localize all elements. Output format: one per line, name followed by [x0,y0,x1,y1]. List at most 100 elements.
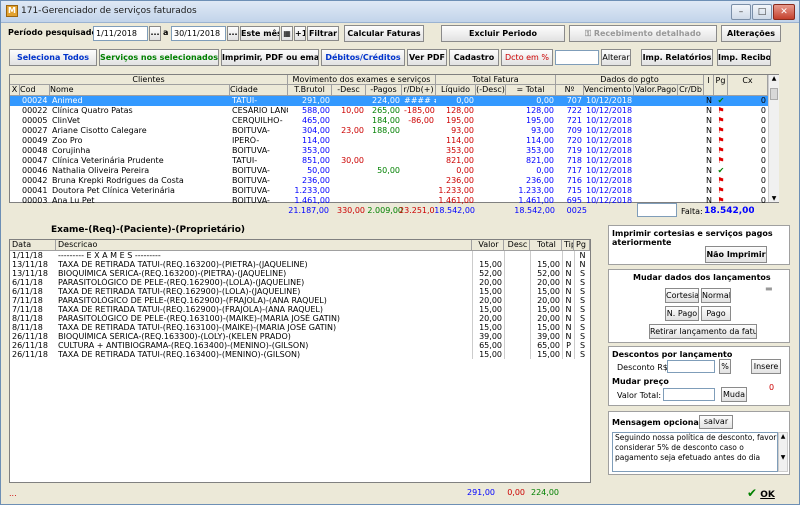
retirar-lancamento-button[interactable]: Retirar lançamento da fatura [649,324,757,339]
filtrar-button[interactable]: Filtrar [307,26,339,41]
column-header-valor[interactable]: Valor [472,240,504,251]
close-icon[interactable]: ✕ [773,4,795,20]
mensagem-textarea[interactable]: Seguindo nossa política de desconto, fav… [612,432,778,472]
column-header-vpago[interactable]: Valor.Pago [634,85,678,96]
excluir-periodo-button[interactable]: Excluir Periodo [441,25,565,42]
list-item[interactable]: 8/11/18 TAXA DE RETIRADA TATUI-(REQ.16310… [10,323,590,332]
calendar-icon[interactable]: ▦ [281,26,293,41]
grid-scrollbar[interactable]: ▲ ▼ [768,75,779,202]
percent-button[interactable]: % [719,359,731,374]
column-header-desc[interactable]: -Desc [332,85,366,96]
cell-valor: 15,00 [472,323,504,332]
column-header-nome[interactable]: Nome [50,85,230,96]
muda-button[interactable]: Muda [721,387,747,402]
nao-imprimir-button[interactable]: Não Imprimir [705,246,767,263]
date-from-input[interactable]: 1/11/2018 [93,26,148,41]
imp-relatorios-button[interactable]: Imp. Relatórios [641,49,713,66]
table-row[interactable]: 00022 Clínica Quatro Patas CESÁRIO LANG 588… [10,106,768,116]
falta-label: Falta: [681,207,703,216]
servicos-nao-selecionados-button[interactable]: Serviços nos selecionados: [99,49,219,66]
plus-one-button[interactable]: +1 [294,26,306,41]
table-row[interactable]: 00046 Nathalia Oliveira Pereira BOITUVA- 50… [10,166,768,176]
column-header-descricao[interactable]: Descricao [56,240,472,251]
cell-pagos: 184,00 [372,116,400,125]
scroll-down-icon[interactable]: ▼ [769,195,779,202]
column-header-num[interactable]: Nº [556,85,584,96]
table-row[interactable]: 00047 Clínica Veterinária Prudente TATUI- 8… [10,156,768,166]
list-item[interactable]: 6/11/18 TAXA DE RETIRADA TATUI-(REQ.16290… [10,287,590,296]
cell-rdb [402,166,436,176]
column-header-pagos[interactable]: -Pagos [366,85,402,96]
column-header-data[interactable]: Data [10,240,56,251]
table-row[interactable]: 00042 Bruna Krepki Rodrigues da Costa BOIT… [10,176,768,186]
list-item[interactable]: 6/11/18 PARASITOLÓGICO DE PELE-(REQ.16290… [10,278,590,287]
imprimir-pdf-email-button[interactable]: Imprimir, PDF ou email [221,49,319,66]
column-header-cidade[interactable]: Cidade [230,85,288,96]
scroll-thumb[interactable] [770,88,778,100]
date-from-picker[interactable]: ... [149,26,161,41]
date-to-input[interactable]: 30/11/2018 [171,26,226,41]
falta-input[interactable] [637,203,677,217]
table-row[interactable]: 00024 Animed TATUI- 291,00 224,00 #### ## 0,00… [10,96,768,106]
cell-crdb [678,146,704,156]
desconto-percent-input[interactable] [555,50,599,65]
debitos-creditos-button[interactable]: Débitos/Créditos [321,49,405,66]
table-row[interactable]: 00048 Corujinha BOITUVA- 353,00 353,00 353,00… [10,146,768,156]
mensagem-scrollbar[interactable]: ▲ ▼ [778,432,788,472]
ver-pdf-button[interactable]: Ver PDF [407,49,447,66]
seleciona-todos-button[interactable]: Seleciona Todos [9,49,97,66]
list-item[interactable]: 26/11/18 TAXA DE RETIRADA TATUI-(REQ.1634… [10,350,590,359]
normal-button[interactable]: Normal [701,288,731,303]
column-header-x[interactable]: X [10,85,20,96]
este-mes-button[interactable]: Este mês [240,26,280,41]
minimize-icon[interactable]: – [731,4,751,20]
table-row[interactable]: 00049 Zoo Pro IPERÓ- 114,00 114,00 114,00 720 1… [10,136,768,146]
desconto-rs-input[interactable] [667,360,715,373]
list-item[interactable]: 26/11/18 CULTURA + ANTIBIOGRAMA-(REQ.1634… [10,341,590,350]
column-header-pg[interactable]: Pg [574,240,590,251]
list-item[interactable]: 26/11/18 BIOQUÍMICA SÉRICA-(REQ.163300)-(… [10,332,590,341]
table-row[interactable]: 00005 ClinVet CERQUILHO- 465,00 184,00 -86,00… [10,116,768,126]
cell-tbruto: 465,00 [302,116,330,125]
column-header-cod[interactable]: Cod [20,85,50,96]
valor-total-input[interactable] [663,388,715,401]
column-header-liquido[interactable]: Líquido [436,85,476,96]
list-item[interactable]: 8/11/18 PARASITOLÓGICO DE PELE-(REQ.16310… [10,314,590,323]
list-item[interactable]: 13/11/18 BIOQUÍMICA SÉRICA-(REQ.163200)-(… [10,269,590,278]
column-header-desc[interactable]: Desc [504,240,530,251]
insere-button[interactable]: Insere [751,359,781,374]
column-header-total[interactable]: = Total [506,85,556,96]
alterar-button[interactable]: Alterar [601,49,631,66]
table-row[interactable]: 00041 Doutora Pet Clínica Veterinária BOIT… [10,186,768,196]
list-item[interactable]: 7/11/18 PARASITOLÓGICO DE PELE-(REQ.16290… [10,296,590,305]
cell-valor: 20,00 [472,314,504,323]
imp-recibo-button[interactable]: Imp. Recibo [717,49,771,66]
column-header-crdb[interactable]: Cr/Db [678,85,704,96]
recebimento-detalhado-button[interactable]: ⚿ Recebimento detalhado [569,25,717,42]
ok-button[interactable]: ✔ OK [747,485,775,501]
maximize-icon[interactable]: □ [752,4,772,20]
cell-cod: 00024 [22,96,48,105]
list-item[interactable]: 7/11/18 TAXA DE RETIRADA TATUI-(REQ.16290… [10,305,590,314]
cell-total: 20,00 [530,278,562,287]
cadastro-button[interactable]: Cadastro [449,49,499,66]
salvar-button[interactable]: salvar [699,415,733,429]
cortesia-button[interactable]: Cortesia [665,288,699,303]
desconto-percent-button[interactable]: Dcto em % [501,49,553,66]
column-header-tip[interactable]: Tip [562,240,574,251]
column-header-rdb[interactable]: r/Db(+) [402,85,436,96]
column-header-total[interactable]: Total [530,240,562,251]
n-pago-button[interactable]: N. Pago [665,306,699,321]
column-header-tbruto[interactable]: T.Brutol [288,85,332,96]
scroll-up-icon[interactable]: ▲ [769,75,779,82]
pago-button[interactable]: Pago [701,306,731,321]
column-header-ldesc[interactable]: (-Desc) [476,85,506,96]
list-item[interactable]: 13/11/18 TAXA DE RETIRADA TATUI-(REQ.1632… [10,260,590,269]
calcular-faturas-button[interactable]: Calcular Faturas [344,25,424,42]
date-to-picker[interactable]: ... [227,26,239,41]
table-row[interactable]: 00027 Ariane Cisotto Calegare BOITUVA- 304,… [10,126,768,136]
alteracoes-button[interactable]: Alterações [721,25,781,42]
cell-nome: Ariane Cisotto Calegare [52,126,147,135]
column-header-venc[interactable]: Vencimento [584,85,634,96]
list-item[interactable]: 1/11/18 --------- E X A M E S --------- N [10,251,590,260]
